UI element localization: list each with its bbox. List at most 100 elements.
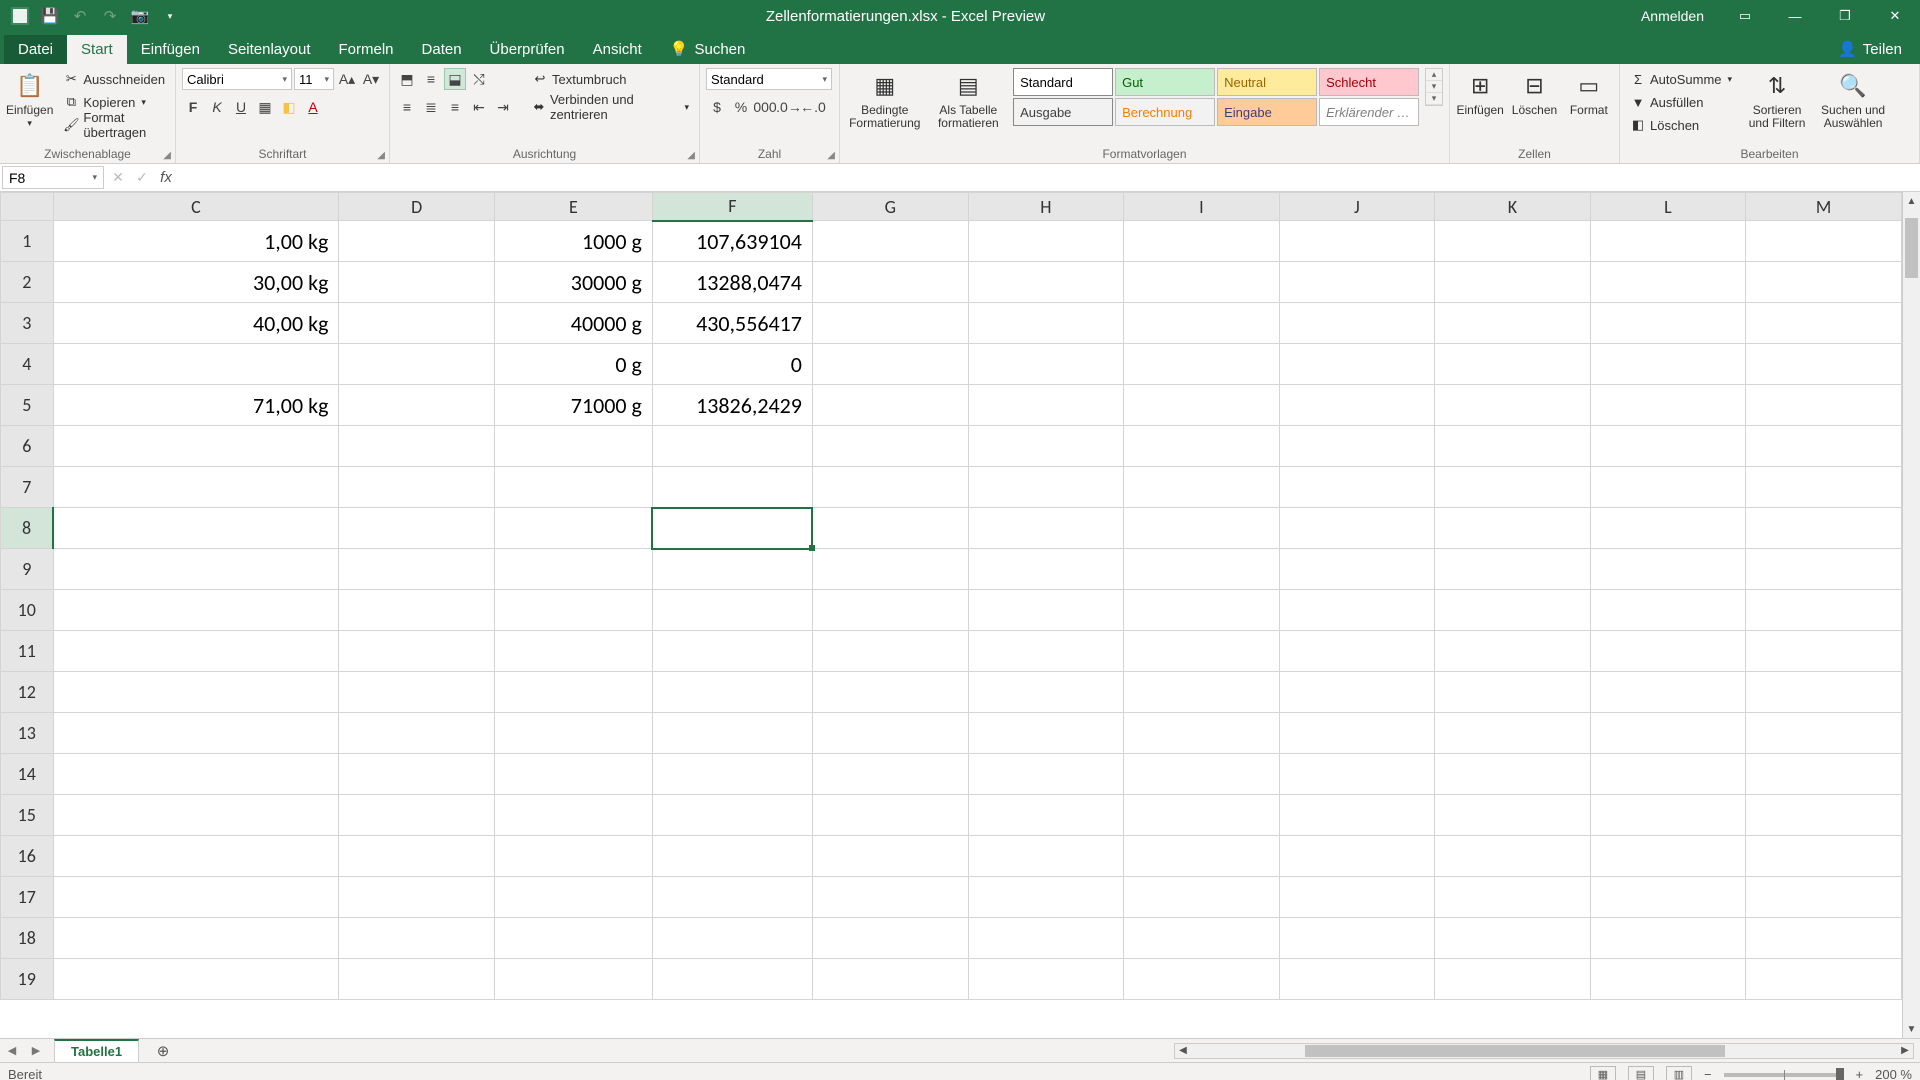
- cell[interactable]: [652, 795, 812, 836]
- cell[interactable]: [494, 754, 652, 795]
- vertical-scrollbar[interactable]: ▲ ▼: [1902, 192, 1920, 1038]
- cell[interactable]: [1279, 959, 1435, 1000]
- cell[interactable]: [968, 959, 1124, 1000]
- dialog-launcher-icon[interactable]: ◢: [827, 150, 835, 161]
- cell[interactable]: [1746, 508, 1902, 549]
- cell[interactable]: [968, 303, 1124, 344]
- cell[interactable]: [1435, 754, 1591, 795]
- cell[interactable]: [652, 467, 812, 508]
- cell[interactable]: [968, 508, 1124, 549]
- cell[interactable]: [1435, 795, 1591, 836]
- row-header[interactable]: 9: [1, 549, 54, 590]
- zoom-level[interactable]: 200 %: [1875, 1067, 1912, 1080]
- fx-icon[interactable]: fx: [154, 164, 178, 191]
- column-header[interactable]: H: [968, 193, 1124, 221]
- border-button[interactable]: ▦: [254, 96, 276, 118]
- row-header[interactable]: 15: [1, 795, 54, 836]
- row-header[interactable]: 18: [1, 918, 54, 959]
- scroll-right-icon[interactable]: ▶: [1897, 1044, 1913, 1058]
- cell[interactable]: [339, 549, 495, 590]
- maximize-button[interactable]: ❐: [1822, 0, 1868, 32]
- cell[interactable]: [1746, 918, 1902, 959]
- cell[interactable]: [1746, 385, 1902, 426]
- cell[interactable]: 107,639104: [652, 221, 812, 262]
- cell[interactable]: [1746, 590, 1902, 631]
- cell[interactable]: [1124, 467, 1280, 508]
- cell[interactable]: [1746, 344, 1902, 385]
- cell[interactable]: [812, 590, 968, 631]
- cell[interactable]: [1279, 344, 1435, 385]
- tab-überprüfen[interactable]: Überprüfen: [476, 35, 579, 64]
- cell[interactable]: 430,556417: [652, 303, 812, 344]
- currency-icon[interactable]: $: [706, 96, 728, 118]
- cell[interactable]: [1435, 877, 1591, 918]
- cell[interactable]: [339, 877, 495, 918]
- excel-app-icon[interactable]: [6, 2, 34, 30]
- cell[interactable]: [812, 221, 968, 262]
- cell[interactable]: [1590, 344, 1746, 385]
- orientation-icon[interactable]: ⤭: [468, 68, 490, 90]
- cell[interactable]: [1746, 877, 1902, 918]
- cell[interactable]: [1590, 221, 1746, 262]
- tab-file[interactable]: Datei: [4, 35, 67, 64]
- cell[interactable]: [812, 467, 968, 508]
- cell[interactable]: [1279, 385, 1435, 426]
- cell[interactable]: 1,00 kg: [53, 221, 339, 262]
- cell[interactable]: [1435, 631, 1591, 672]
- cell-style-option[interactable]: Berechnung: [1115, 98, 1215, 126]
- cell[interactable]: 71000 g: [494, 385, 652, 426]
- cell[interactable]: [53, 590, 339, 631]
- tab-formeln[interactable]: Formeln: [325, 35, 408, 64]
- scroll-thumb[interactable]: [1905, 218, 1918, 278]
- zoom-in-icon[interactable]: +: [1856, 1067, 1864, 1080]
- cell-style-option[interactable]: Ausgabe: [1013, 98, 1113, 126]
- cell[interactable]: [494, 549, 652, 590]
- cell[interactable]: [1590, 795, 1746, 836]
- thousands-icon[interactable]: 000: [754, 96, 776, 118]
- italic-button[interactable]: K: [206, 96, 228, 118]
- cell[interactable]: [652, 631, 812, 672]
- cell[interactable]: [1590, 426, 1746, 467]
- column-header[interactable]: I: [1124, 193, 1280, 221]
- cell[interactable]: [1279, 795, 1435, 836]
- cell[interactable]: [1435, 836, 1591, 877]
- cell[interactable]: [1590, 385, 1746, 426]
- cell[interactable]: [968, 918, 1124, 959]
- gallery-scroll[interactable]: ▴▾▾: [1425, 68, 1443, 106]
- decrease-indent-icon[interactable]: ⇤: [468, 96, 490, 118]
- cell[interactable]: 13826,2429: [652, 385, 812, 426]
- increase-decimal-icon[interactable]: .0→: [778, 96, 800, 118]
- row-header[interactable]: 19: [1, 959, 54, 1000]
- cell[interactable]: [1279, 590, 1435, 631]
- align-left-icon[interactable]: ≡: [396, 96, 418, 118]
- dialog-launcher-icon[interactable]: ◢: [687, 150, 695, 161]
- sheet-nav-next-icon[interactable]: ▶: [24, 1039, 48, 1062]
- cell[interactable]: 30000 g: [494, 262, 652, 303]
- cell[interactable]: [1590, 467, 1746, 508]
- chevron-up-icon[interactable]: ▴: [1426, 69, 1442, 81]
- cell[interactable]: [1435, 262, 1591, 303]
- column-header[interactable]: L: [1590, 193, 1746, 221]
- cell[interactable]: [1590, 877, 1746, 918]
- sign-in-link[interactable]: Anmelden: [1627, 8, 1718, 24]
- camera-icon[interactable]: 📷: [126, 2, 154, 30]
- font-name-select[interactable]: Calibri▾: [182, 68, 292, 90]
- tab-daten[interactable]: Daten: [408, 35, 476, 64]
- align-top-icon[interactable]: ⬒: [396, 68, 418, 90]
- cell[interactable]: [53, 836, 339, 877]
- cell[interactable]: [1279, 508, 1435, 549]
- undo-icon[interactable]: ↶: [66, 2, 94, 30]
- cell[interactable]: [1279, 467, 1435, 508]
- cell[interactable]: 0: [652, 344, 812, 385]
- cell[interactable]: [1124, 713, 1280, 754]
- cell[interactable]: [1590, 262, 1746, 303]
- row-header[interactable]: 16: [1, 836, 54, 877]
- cell[interactable]: [494, 672, 652, 713]
- cell[interactable]: [1590, 631, 1746, 672]
- cell[interactable]: [968, 344, 1124, 385]
- sheet-tab[interactable]: Tabelle1: [54, 1039, 139, 1062]
- scroll-up-icon[interactable]: ▲: [1903, 192, 1920, 210]
- cell[interactable]: [1590, 508, 1746, 549]
- cell[interactable]: [968, 795, 1124, 836]
- cell[interactable]: [494, 631, 652, 672]
